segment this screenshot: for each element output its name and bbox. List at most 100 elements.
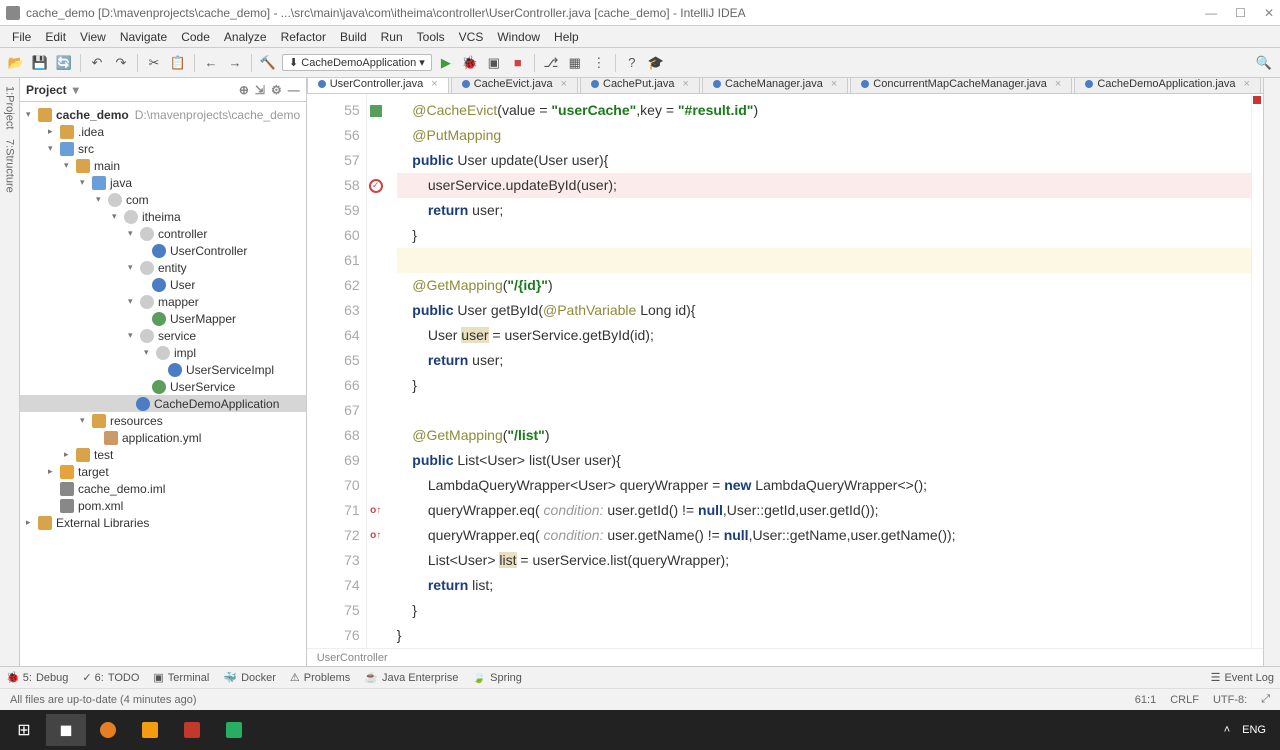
status-lock-icon[interactable]: ⤢ <box>1261 693 1270 706</box>
open-icon[interactable]: 📂 <box>6 53 26 73</box>
tree-iml[interactable]: cache_demo.iml <box>20 480 306 497</box>
status-lineending[interactable]: CRLF <box>1170 694 1199 706</box>
status-position[interactable]: 61:1 <box>1135 694 1156 706</box>
breakpoint-icon[interactable]: ✓ <box>369 179 383 193</box>
menu-window[interactable]: Window <box>491 28 546 46</box>
debug-tool-button[interactable]: 🐞 5: Debug <box>6 671 68 684</box>
taskbar-app[interactable] <box>88 714 128 746</box>
docker-tool-button[interactable]: 🐳 Docker <box>223 671 276 684</box>
menu-navigate[interactable]: Navigate <box>114 28 173 46</box>
tree-appyml[interactable]: application.yml <box>20 429 306 446</box>
back-icon[interactable]: ← <box>201 53 221 73</box>
structure-icon[interactable]: ▦ <box>565 53 585 73</box>
menu-code[interactable]: Code <box>175 28 216 46</box>
tray-lang[interactable]: ENG <box>1242 724 1266 736</box>
tree-resources[interactable]: ▾resources <box>20 412 306 429</box>
menu-analyze[interactable]: Analyze <box>218 28 273 46</box>
menu-run[interactable]: Run <box>375 28 409 46</box>
menu-build[interactable]: Build <box>334 28 373 46</box>
tab-usercontroller[interactable]: UserController.java× <box>307 78 449 93</box>
tree-com[interactable]: ▾com <box>20 191 306 208</box>
taskbar-app[interactable]: ◼ <box>46 714 86 746</box>
stop-icon[interactable]: ■ <box>508 53 528 73</box>
menu-tools[interactable]: Tools <box>411 28 451 46</box>
tree-mapper[interactable]: ▾mapper <box>20 293 306 310</box>
tree-src[interactable]: ▾src <box>20 140 306 157</box>
redo-icon[interactable]: ↷ <box>111 53 131 73</box>
minimize-icon[interactable]: — <box>1205 6 1217 20</box>
menu-help[interactable]: Help <box>548 28 585 46</box>
tree-pom[interactable]: pom.xml <box>20 497 306 514</box>
override-icon[interactable]: o↑ <box>370 505 381 516</box>
tree-idea[interactable]: ▸.idea <box>20 123 306 140</box>
learn-icon[interactable]: 🎓 <box>646 53 666 73</box>
tree-userservice[interactable]: UserService <box>20 378 306 395</box>
structure-tool-button[interactable]: 7:Structure <box>4 139 16 193</box>
menu-vcs[interactable]: VCS <box>453 28 490 46</box>
start-button[interactable]: ⊞ <box>4 714 44 746</box>
run-gutter-icon[interactable] <box>370 105 382 117</box>
taskbar-app[interactable] <box>172 714 212 746</box>
more-icon[interactable]: ⋮ <box>589 53 609 73</box>
hide-icon[interactable]: — <box>288 83 300 97</box>
error-stripe[interactable] <box>1251 94 1263 648</box>
tree-usercontroller[interactable]: UserController <box>20 242 306 259</box>
build-icon[interactable]: 🔨 <box>258 53 278 73</box>
tab-cachemanager[interactable]: CacheManager.java× <box>702 78 848 93</box>
close-icon[interactable]: ✕ <box>1264 6 1274 20</box>
run-icon[interactable]: ▶ <box>436 53 456 73</box>
error-indicator-icon[interactable] <box>1253 96 1261 104</box>
tab-cachedemoapp[interactable]: CacheDemoApplication.java× <box>1074 78 1261 93</box>
undo-icon[interactable]: ↶ <box>87 53 107 73</box>
eventlog-tool-button[interactable]: ☰ Event Log <box>1211 671 1274 684</box>
tab-concurrentmap[interactable]: ConcurrentMapCacheManager.java× <box>850 78 1072 93</box>
menu-refactor[interactable]: Refactor <box>275 28 332 46</box>
search-icon[interactable]: 🔍 <box>1254 53 1274 73</box>
copy-icon[interactable]: 📋 <box>168 53 188 73</box>
tree-itheima[interactable]: ▾itheima <box>20 208 306 225</box>
todo-tool-button[interactable]: ✓ 6: TODO <box>82 671 139 684</box>
tree-service[interactable]: ▾service <box>20 327 306 344</box>
tree-impl[interactable]: ▾impl <box>20 344 306 361</box>
collapse-icon[interactable]: ⇲ <box>255 83 265 97</box>
tree-target[interactable]: ▸target <box>20 463 306 480</box>
breadcrumb[interactable]: UserController <box>307 648 1263 666</box>
tree-main[interactable]: ▾main <box>20 157 306 174</box>
vcs-icon[interactable]: ⎇ <box>541 53 561 73</box>
tab-cacheevict[interactable]: CacheEvict.java× <box>451 78 578 93</box>
tray-chevron-icon[interactable]: ˄ <box>1224 724 1230 736</box>
tree-controller[interactable]: ▾controller <box>20 225 306 242</box>
project-tree[interactable]: ▾cache_demoD:\mavenprojects\cache_demo ▸… <box>20 102 306 666</box>
tab-close-icon[interactable]: × <box>431 78 437 90</box>
problems-tool-button[interactable]: ⚠ Problems <box>290 671 350 684</box>
menu-file[interactable]: File <box>6 28 37 46</box>
code-area[interactable]: 5556575859606162636465666768697071727374… <box>307 94 1263 648</box>
tree-userserviceimpl[interactable]: UserServiceImpl <box>20 361 306 378</box>
settings-icon[interactable]: ⚙ <box>271 83 282 97</box>
taskbar-app[interactable] <box>130 714 170 746</box>
tree-root[interactable]: ▾cache_demoD:\mavenprojects\cache_demo <box>20 106 306 123</box>
javaee-tool-button[interactable]: ☕ Java Enterprise <box>364 671 458 684</box>
tree-java[interactable]: ▾java <box>20 174 306 191</box>
menu-view[interactable]: View <box>74 28 112 46</box>
expand-icon[interactable]: ⊕ <box>239 83 249 97</box>
tree-extlib[interactable]: ▸External Libraries <box>20 514 306 531</box>
spring-tool-button[interactable]: 🍃 Spring <box>472 671 522 684</box>
coverage-icon[interactable]: ▣ <box>484 53 504 73</box>
tree-user[interactable]: User <box>20 276 306 293</box>
help-icon[interactable]: ? <box>622 53 642 73</box>
override-icon[interactable]: o↑ <box>370 530 381 541</box>
tree-entity[interactable]: ▾entity <box>20 259 306 276</box>
tab-cacheput[interactable]: CachePut.java× <box>580 78 700 93</box>
system-tray[interactable]: ˄ ENG <box>1224 724 1276 736</box>
tree-cachedemoapp[interactable]: CacheDemoApplication <box>20 395 306 412</box>
debug-icon[interactable]: 🐞 <box>460 53 480 73</box>
status-encoding[interactable]: UTF-8: <box>1213 694 1247 706</box>
maximize-icon[interactable]: ☐ <box>1235 6 1246 20</box>
run-config-select[interactable]: ⬇ CacheDemoApplication ▾ <box>282 54 432 71</box>
terminal-tool-button[interactable]: ▣ Terminal <box>153 671 209 684</box>
forward-icon[interactable]: → <box>225 53 245 73</box>
project-tool-button[interactable]: 1:Project <box>4 86 16 129</box>
menu-edit[interactable]: Edit <box>39 28 72 46</box>
save-icon[interactable]: 💾 <box>30 53 50 73</box>
